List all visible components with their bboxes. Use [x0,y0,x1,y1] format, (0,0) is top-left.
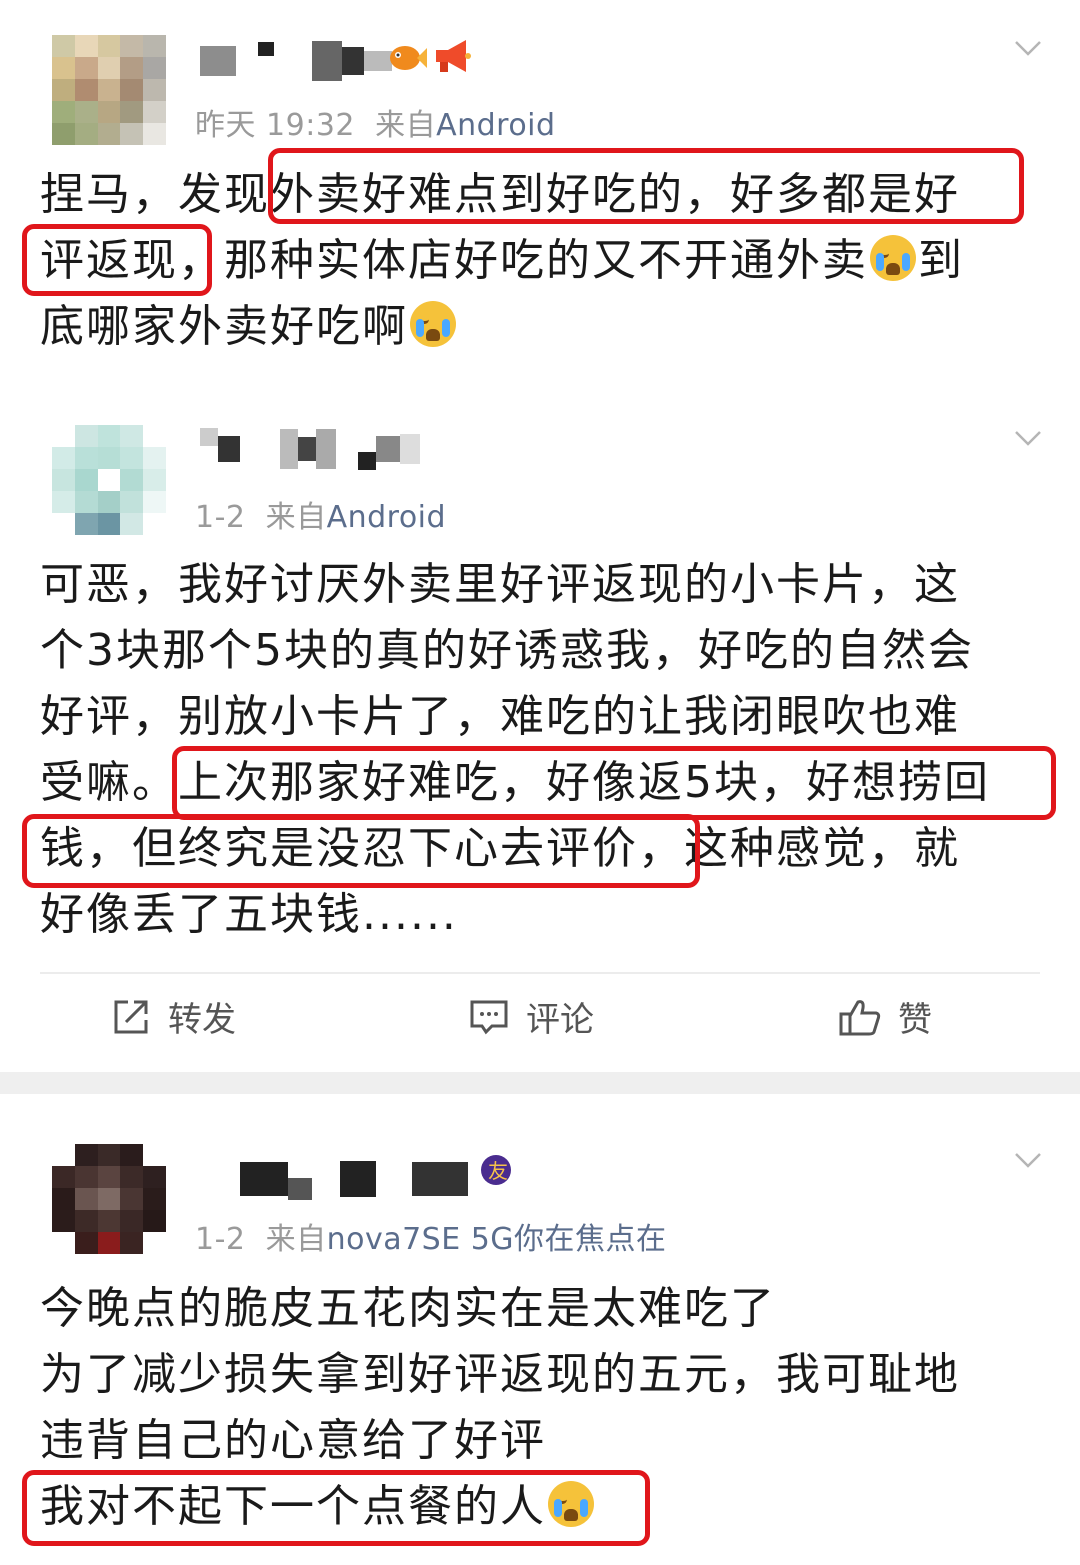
divider [40,972,1040,974]
post-time: 1-2 [195,500,246,535]
svg-text:友: 友 [488,1159,508,1183]
avatar[interactable] [52,35,166,145]
post-separator [0,1072,1080,1094]
comment-label: 评论 [526,1000,594,1040]
avatar[interactable] [52,1144,166,1254]
highlight-box [22,814,700,888]
chevron-down-icon[interactable] [1014,424,1042,452]
action-bar: 转发 评论 赞 [0,992,1080,1052]
chevron-down-icon[interactable] [1014,1146,1042,1174]
highlight-box [268,148,1024,224]
username-pixelated[interactable] [240,1158,468,1200]
like-button[interactable]: 赞 [838,992,932,1041]
highlight-box [22,224,212,296]
avatar[interactable] [52,425,166,535]
post-source-link[interactable]: Android [436,108,556,143]
body-line: 可恶，我好讨厌外卖里好评返现的小卡片，这 [40,559,960,610]
post-meta: 1-2 来自nova7SE 5G你在焦点在 [195,1214,667,1258]
username-pixelated[interactable] [200,40,392,82]
body-line: 为了减少损失拿到好评返现的五元，我可耻地 [40,1349,960,1400]
post-source-link[interactable]: nova7SE 5G你在焦点在 [327,1222,667,1257]
body-line: 今晚点的脆皮五花肉实在是太难吃了 [40,1283,776,1334]
username-pixelated[interactable] [200,428,420,470]
post-3: 友 1-2 来自nova7SE 5G你在焦点在 今晚点的脆皮五花肉实在是太难吃了… [0,1094,1080,1565]
repost-label: 转发 [168,1000,236,1040]
post-meta: 1-2 来自Android [195,492,446,536]
like-label: 赞 [898,1000,932,1040]
loudly-crying-emoji-icon [410,301,456,347]
body-line: 违背自己的心意给了好评 [40,1415,546,1466]
comment-button[interactable]: 评论 [468,992,594,1041]
from-label: 来自 [265,1222,327,1257]
thumbs-up-icon [839,999,881,1035]
from-label: 来自 [265,500,327,535]
body-line-text: 底哪家外卖好吃啊 [40,301,408,352]
body-line-tail: 到 [918,235,964,286]
body-line: 底哪家外卖好吃啊 [40,294,1040,360]
crying-emoji-icon [870,235,916,281]
body-line: 好像丢了五块钱...... [40,889,458,940]
comment-icon [470,1000,508,1034]
post-meta: 昨天 19:32 来自Android [195,100,556,144]
member-badge-icon: 友 [481,1155,511,1185]
fish-badge-icon [390,46,427,70]
body-line: 好评，别放小卡片了，难吃的让我闭眼吹也难 [40,691,960,742]
repost-button[interactable]: 转发 [110,992,236,1041]
body-line: 个3块那个5块的真的好诱惑我，好吃的自然会 [40,625,974,676]
megaphone-badge-icon [436,40,471,72]
post-source-link[interactable]: Android [327,500,447,535]
highlight-box [172,746,1056,820]
post-time: 昨天 19:32 [195,108,355,143]
post-1: 昨天 19:32 来自Android 捏马，发现外卖好难点到好吃的，好多都是好 … [0,0,1080,380]
post-2: 1-2 来自Android 可恶，我好讨厌外卖里好评返现的小卡片，这 个3块那个… [0,400,1080,1070]
highlight-box [22,1470,650,1546]
post-time: 1-2 [195,1222,246,1257]
repost-icon [114,1000,148,1033]
from-label: 来自 [375,108,437,143]
chevron-down-icon[interactable] [1014,34,1042,62]
